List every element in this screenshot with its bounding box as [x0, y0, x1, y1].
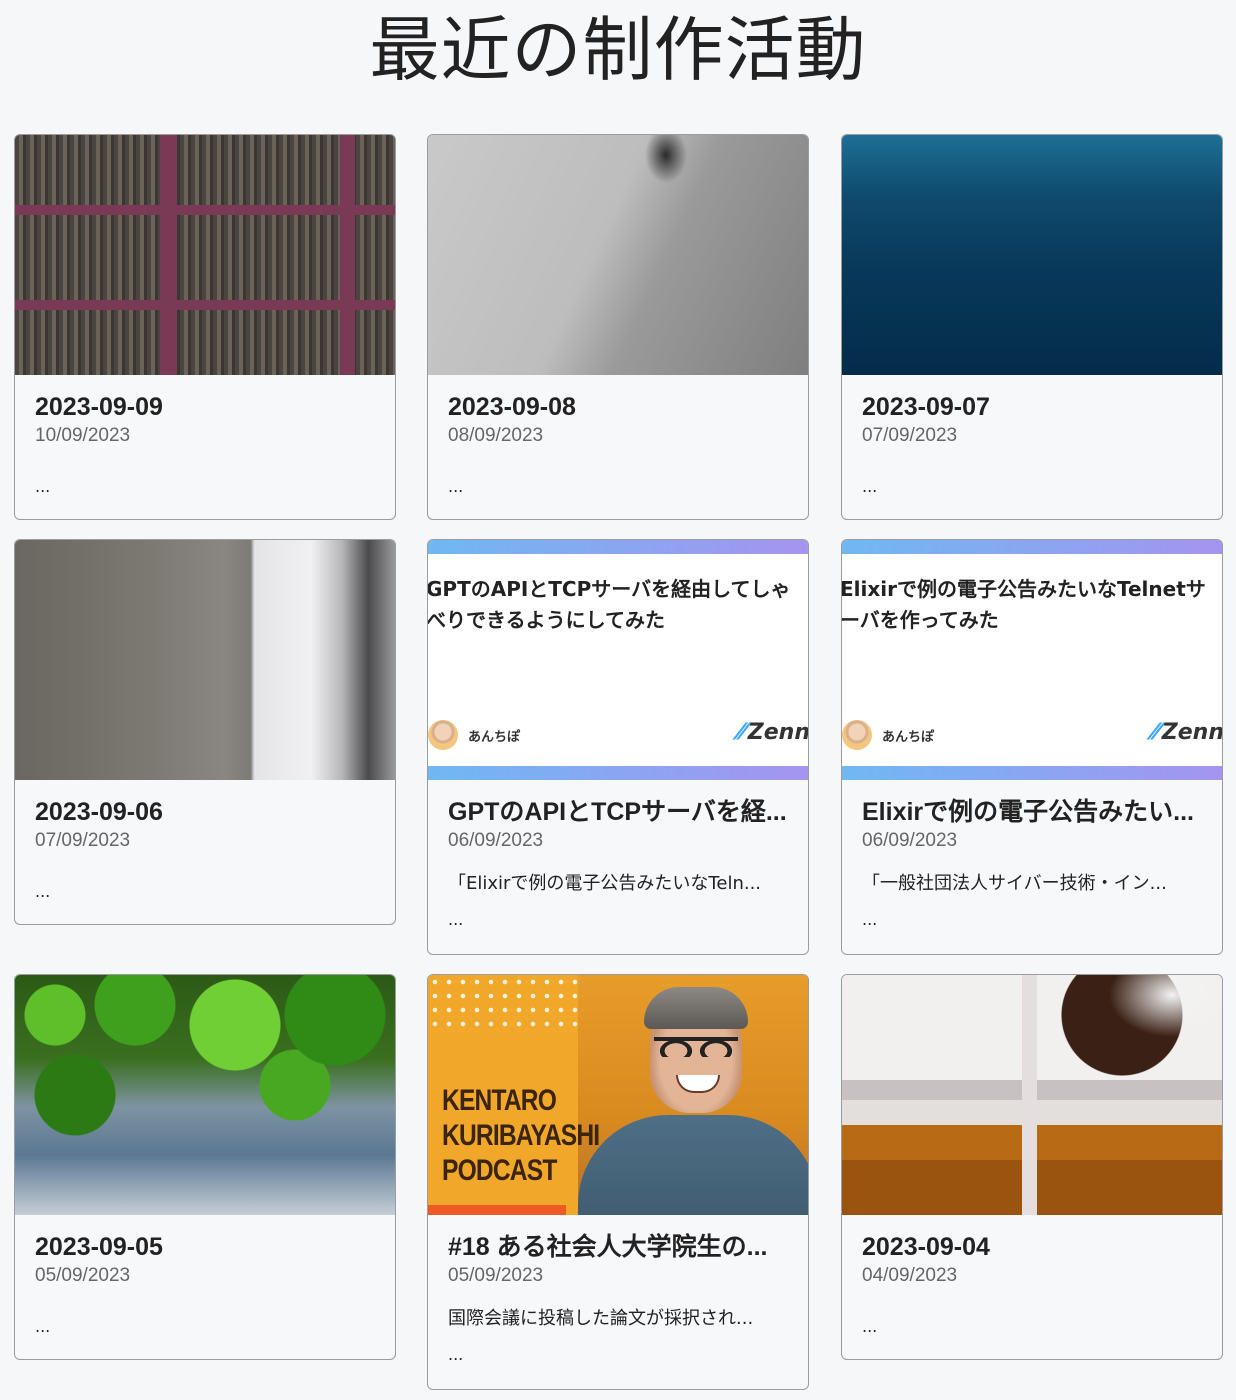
- card-description: 「一般社団法人サイバー技術・イン...: [862, 873, 1167, 894]
- zenn-logo-icon: ⁄⁄: [1152, 720, 1160, 745]
- card-title[interactable]: GPTのAPIとTCPサーバを経...: [448, 796, 788, 828]
- card-excerpt: ...: [35, 882, 51, 901]
- card-title[interactable]: #18 ある社会人大学院生の...: [448, 1231, 788, 1263]
- card-excerpt: ...: [862, 910, 878, 929]
- glasses-icon: [654, 1037, 738, 1057]
- card-excerpt: ...: [862, 477, 878, 496]
- card-date: 10/09/2023: [35, 425, 131, 446]
- podcast-art-text: KENTARO KURIBAYASHI PODCAST: [442, 1083, 600, 1188]
- card-thumbnail: [842, 135, 1222, 375]
- og-author: あんちぽ: [468, 730, 521, 745]
- card-title[interactable]: 2023-09-09: [35, 391, 375, 423]
- avatar: [842, 720, 872, 750]
- card-title[interactable]: Elixirで例の電子公告みたい...: [862, 796, 1202, 828]
- og-title: GPTのAPIとTCPサーバを経由してしゃべりできるようにしてみた: [428, 577, 791, 632]
- card-excerpt: ...: [862, 1317, 878, 1336]
- zenn-og-image: Elixirで例の電子公告みたいなTelnetサーバを作ってみた あんちぽ ⁄⁄…: [842, 540, 1222, 780]
- card-excerpt: ...: [448, 1345, 464, 1364]
- card-title[interactable]: 2023-09-04: [862, 1231, 1202, 1263]
- avatar: [428, 720, 458, 750]
- card-date: 07/09/2023: [862, 425, 958, 446]
- zenn-logo-icon: ⁄⁄: [738, 720, 746, 745]
- card-title[interactable]: 2023-09-05: [35, 1231, 375, 1263]
- card-thumbnail: [15, 135, 395, 375]
- activity-card[interactable]: GPTのAPIとTCPサーバを経由してしゃべりできるようにしてみた あんちぽ ⁄…: [427, 539, 809, 955]
- podcast-art-line: KURIBAYASHI: [442, 1119, 600, 1152]
- card-title[interactable]: 2023-09-07: [862, 391, 1202, 423]
- card-date: 06/09/2023: [862, 830, 958, 851]
- activity-card[interactable]: 2023-09-06 07/09/2023 ...: [14, 539, 396, 925]
- card-thumbnail: [428, 135, 808, 375]
- og-title: Elixirで例の電子公告みたいなTelnetサーバを作ってみた: [842, 577, 1206, 632]
- podcast-art-line: KENTARO: [442, 1084, 557, 1117]
- card-description: 国際会議に投稿した論文が採択され...: [448, 1308, 754, 1329]
- activity-card[interactable]: KENTARO KURIBAYASHI PODCAST #18 ある社会人大学院…: [427, 974, 809, 1390]
- activity-card[interactable]: 2023-09-04 04/09/2023 ...: [841, 974, 1223, 1360]
- card-date: 06/09/2023: [448, 830, 544, 851]
- activity-card[interactable]: 2023-09-08 08/09/2023 ...: [427, 134, 809, 520]
- card-thumbnail: KENTARO KURIBAYASHI PODCAST: [428, 975, 808, 1215]
- page-title: 最近の制作活動: [369, 9, 867, 91]
- activity-card[interactable]: Elixirで例の電子公告みたいなTelnetサーバを作ってみた あんちぽ ⁄⁄…: [841, 539, 1223, 955]
- card-excerpt: ...: [448, 477, 464, 496]
- card-description: 「Elixirで例の電子公告みたいなTeln...: [448, 873, 762, 894]
- card-thumbnail: [842, 975, 1222, 1215]
- zenn-logo: ⁄⁄Zenn: [738, 720, 808, 745]
- card-date: 05/09/2023: [448, 1265, 544, 1286]
- card-title[interactable]: 2023-09-06: [35, 796, 375, 828]
- card-excerpt: ...: [448, 910, 464, 929]
- og-author: あんちぽ: [882, 730, 935, 745]
- zenn-og-image: GPTのAPIとTCPサーバを経由してしゃべりできるようにしてみた あんちぽ ⁄…: [428, 540, 808, 780]
- card-date: 04/09/2023: [862, 1265, 958, 1286]
- card-excerpt: ...: [35, 1317, 51, 1336]
- card-date: 05/09/2023: [35, 1265, 131, 1286]
- podcast-accent-bar: [428, 1205, 566, 1215]
- podcast-art-line: PODCAST: [442, 1154, 557, 1187]
- activity-card[interactable]: 2023-09-09 10/09/2023 ...: [14, 134, 396, 520]
- card-thumbnail: [15, 540, 395, 780]
- activity-card[interactable]: 2023-09-05 05/09/2023 ...: [14, 974, 396, 1360]
- activity-grid: 2023-09-09 10/09/2023 ... 2023-09-08 08/…: [0, 110, 1236, 1400]
- podcast-host-hair: [644, 987, 748, 1029]
- card-thumbnail: Elixirで例の電子公告みたいなTelnetサーバを作ってみた あんちぽ ⁄⁄…: [842, 540, 1222, 780]
- card-title[interactable]: 2023-09-08: [448, 391, 788, 423]
- card-date: 08/09/2023: [448, 425, 544, 446]
- zenn-logo: ⁄⁄Zenn: [1152, 720, 1222, 745]
- card-thumbnail: GPTのAPIとTCPサーバを経由してしゃべりできるようにしてみた あんちぽ ⁄…: [428, 540, 808, 780]
- dot-pattern: [428, 975, 578, 1035]
- card-date: 07/09/2023: [35, 830, 131, 851]
- card-excerpt: ...: [35, 477, 51, 496]
- card-thumbnail: [15, 975, 395, 1215]
- activity-card[interactable]: 2023-09-07 07/09/2023 ...: [841, 134, 1223, 520]
